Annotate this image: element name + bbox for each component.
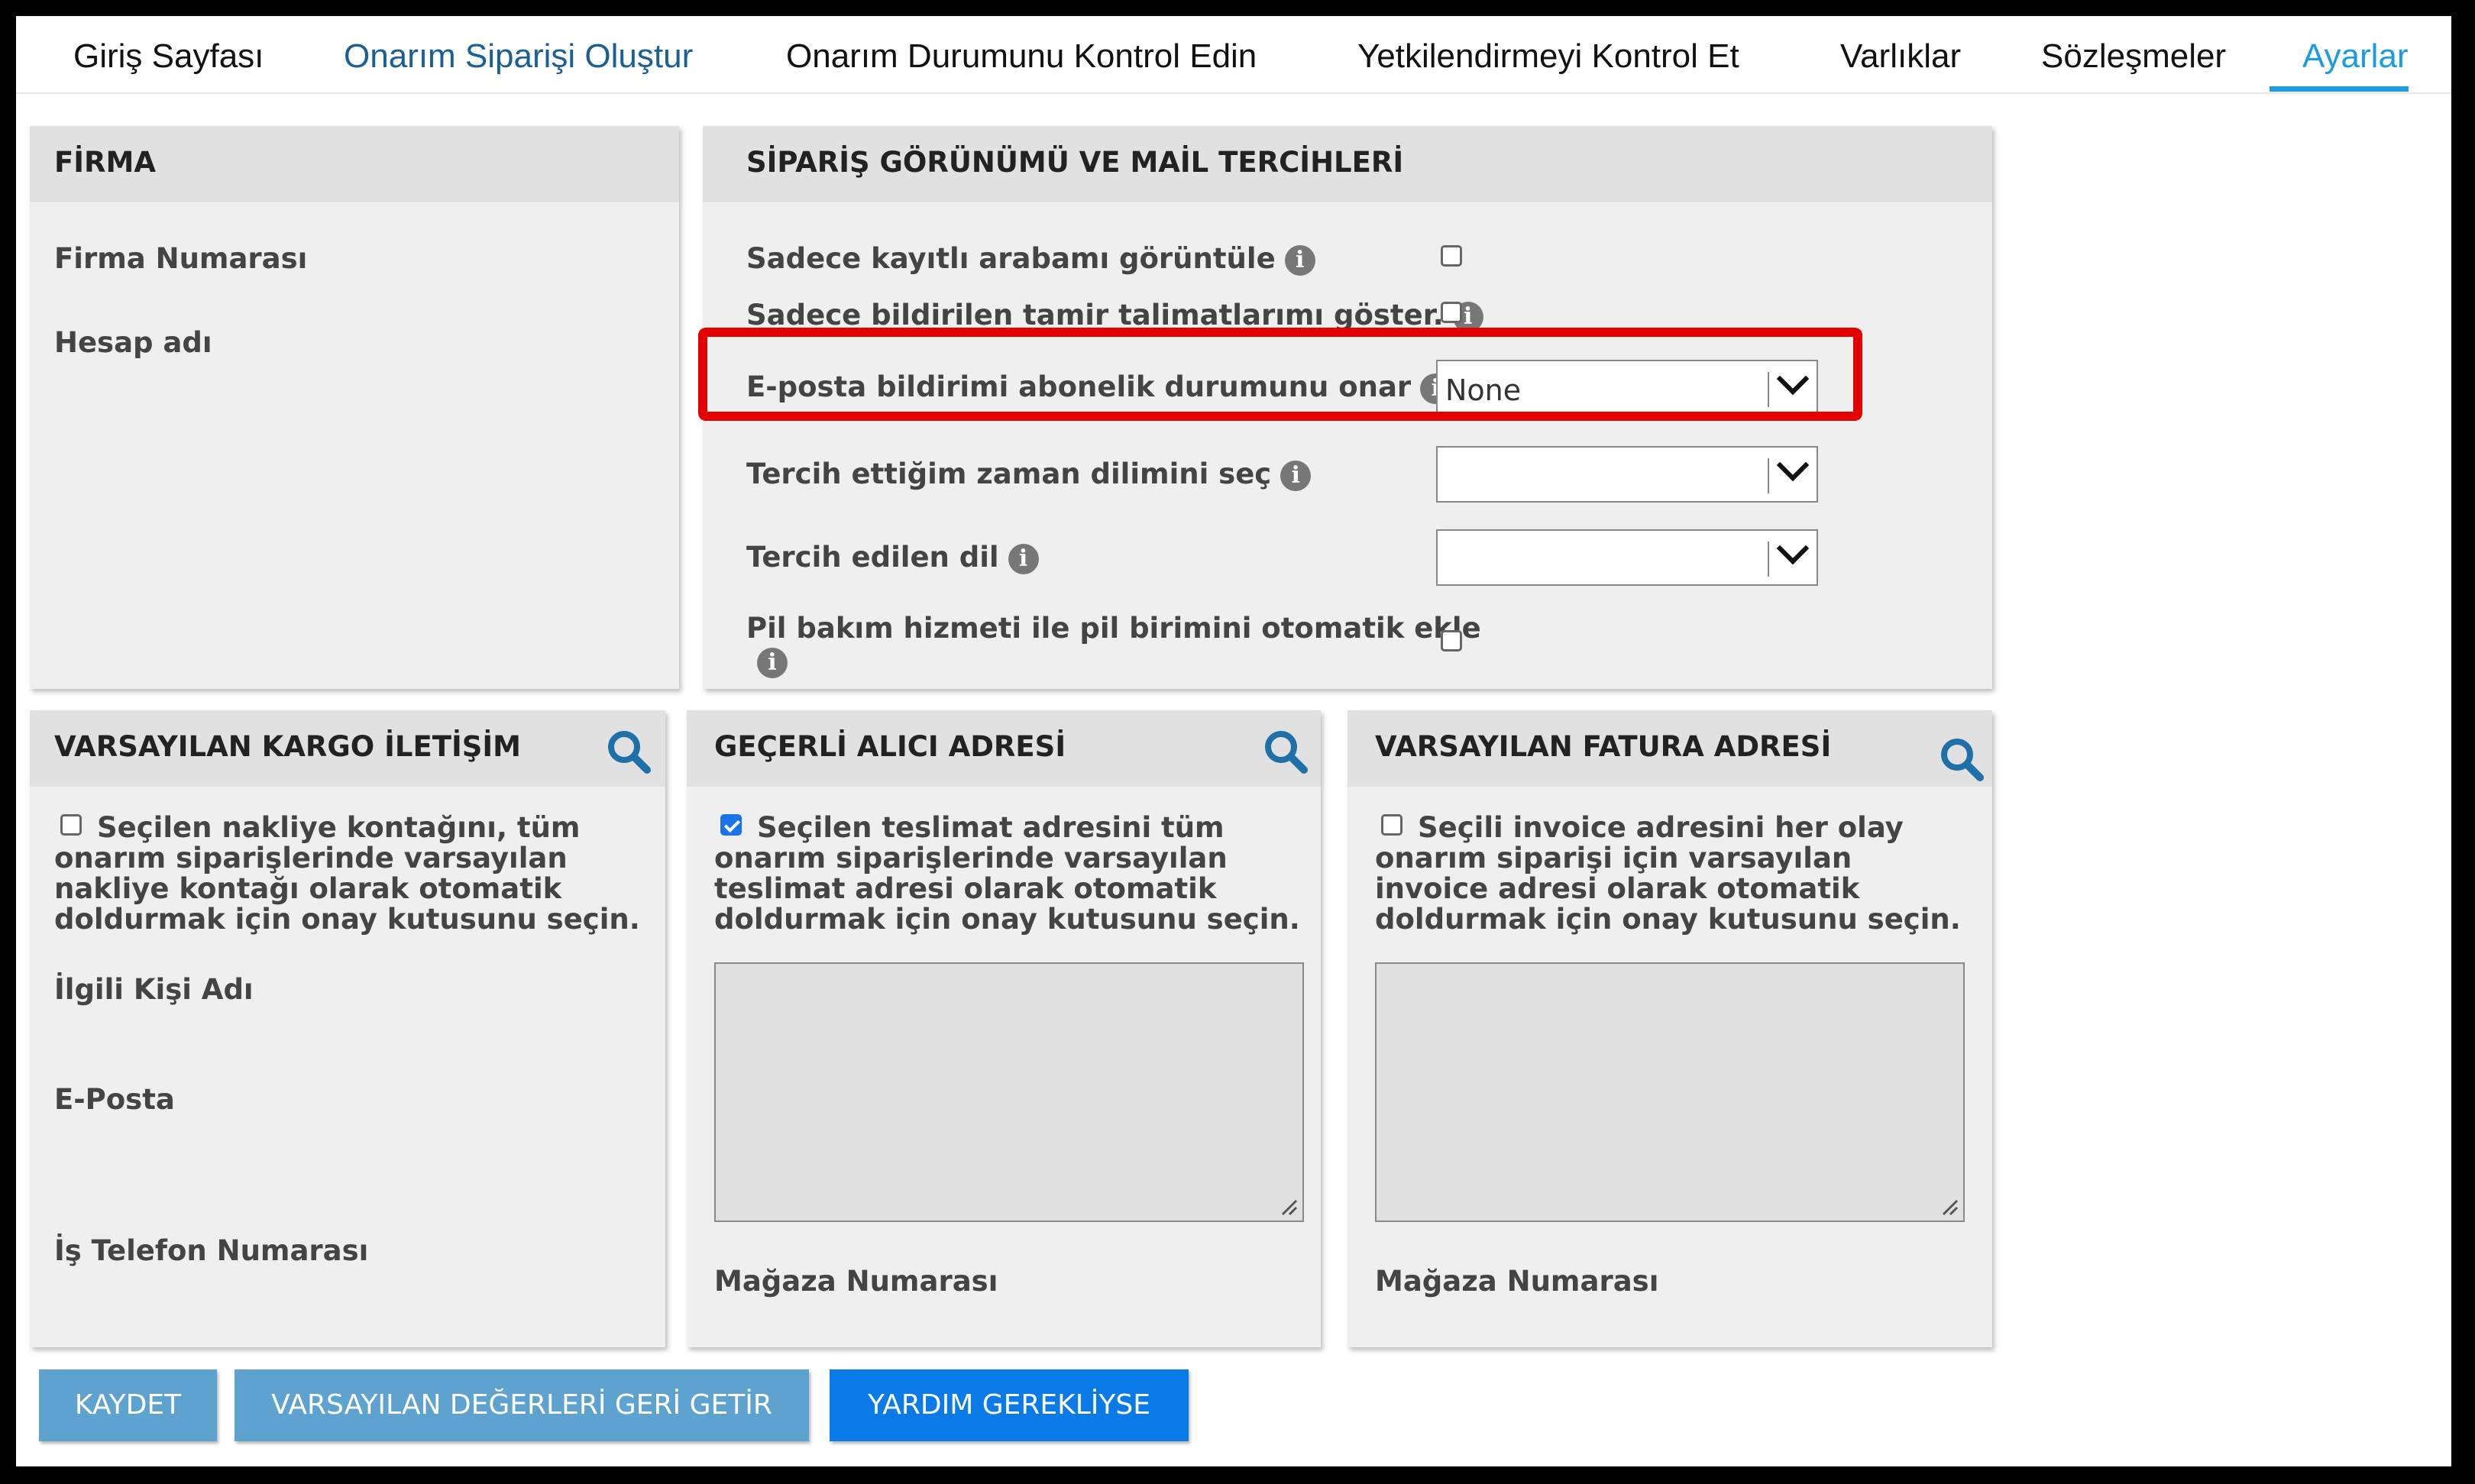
email-label: E-Posta: [54, 1083, 175, 1116]
chevron-down-icon: [1776, 532, 1810, 565]
top-nav: Giriş Sayfası Onarım Siparişi Oluştur On…: [16, 16, 2451, 94]
tab-check-authorization[interactable]: Yetkilendirmeyi Kontrol Et: [1357, 37, 1739, 76]
battery-label: Pil bakım hizmeti ile pil birimini otoma…: [746, 612, 1481, 645]
store-number-label: Mağaza Numarası: [1375, 1265, 1659, 1298]
resize-grip-icon[interactable]: [1280, 1198, 1298, 1216]
only-registered-label: Sadece kayıtlı arabamı görüntüle: [746, 242, 1276, 275]
select-separator: [1768, 458, 1769, 493]
timezone-label: Tercih ettiğim zaman dilimini seç: [746, 457, 1272, 490]
chevron-down-icon: [1776, 448, 1810, 482]
panel-title: FİRMA: [54, 146, 156, 179]
work-phone-label: İş Telefon Numarası: [54, 1234, 369, 1267]
only-registered-checkbox[interactable]: [1441, 245, 1462, 267]
tab-assets[interactable]: Varlıklar: [1840, 37, 1961, 76]
store-number-label: Mağaza Numarası: [714, 1265, 998, 1298]
recipient-default-description: Seçilen teslimat adresini tüm onarım sip…: [714, 811, 1300, 936]
tab-contracts[interactable]: Sözleşmeler: [2041, 37, 2226, 76]
help-button[interactable]: YARDIM GEREKLİYSE: [830, 1369, 1189, 1441]
panel-header: VARSAYILAN FATURA ADRESİ: [1348, 710, 1992, 787]
panel-title: SİPARİŞ GÖRÜNÜMÜ VE MAİL TERCİHLERİ: [746, 146, 1404, 179]
default-invoice-address-panel: VARSAYILAN FATURA ADRESİ Seçili invoice …: [1348, 710, 1992, 1347]
panel-title: GEÇERLİ ALICI ADRESİ: [714, 730, 1066, 763]
search-icon[interactable]: [1261, 727, 1310, 776]
panel-header: GEÇERLİ ALICI ADRESİ: [687, 710, 1321, 787]
search-icon[interactable]: [1937, 735, 1986, 784]
only-reported-checkbox[interactable]: [1441, 302, 1462, 323]
only-registered-row: Sadece kayıtlı arabamı görüntüle i: [746, 242, 1315, 276]
save-button[interactable]: KAYDET: [39, 1369, 217, 1441]
language-row: Tercih edilen dil i: [746, 541, 1039, 574]
language-label: Tercih edilen dil: [746, 541, 999, 574]
only-reported-label: Sadece bildirilen tamir talimatlarımı gö…: [746, 299, 1444, 331]
account-name-label: Hesap adı: [54, 326, 212, 359]
info-icon[interactable]: i: [757, 647, 788, 678]
info-icon[interactable]: i: [1284, 244, 1315, 276]
recipient-address-panel: GEÇERLİ ALICI ADRESİ Seçilen teslimat ad…: [687, 710, 1321, 1347]
select-separator: [1768, 542, 1769, 577]
info-icon[interactable]: i: [1280, 460, 1312, 491]
firma-number-label: Firma Numarası: [54, 242, 308, 275]
shipping-default-description: Seçilen nakliye kontağını, tüm onarım si…: [54, 811, 640, 936]
panel-header: SİPARİŞ GÖRÜNÜMÜ VE MAİL TERCİHLERİ: [703, 126, 1992, 202]
info-icon[interactable]: i: [1008, 543, 1039, 574]
panel-title: VARSAYILAN FATURA ADRESİ: [1375, 730, 1832, 763]
default-shipping-contact-panel: VARSAYILAN KARGO İLETİŞİM Seçilen nakliy…: [30, 710, 665, 1347]
restore-defaults-button[interactable]: VARSAYILAN DEĞERLERİ GERİ GETİR: [235, 1369, 809, 1441]
resize-grip-icon[interactable]: [1940, 1198, 1959, 1216]
recipient-address-textarea[interactable]: [714, 962, 1304, 1222]
invoice-address-textarea[interactable]: [1375, 962, 1965, 1222]
panel-header: FİRMA: [30, 126, 679, 202]
tab-check-repair-status[interactable]: Onarım Durumunu Kontrol Edin: [786, 37, 1257, 76]
battery-row: Pil bakım hizmeti ile pil birimini otoma…: [746, 612, 1481, 678]
contact-name-label: İlgili Kişi Adı: [54, 973, 254, 1006]
highlight-box: [698, 328, 1862, 421]
firma-panel: FİRMA Firma Numarası Hesap adı: [30, 126, 679, 689]
app-frame: Giriş Sayfası Onarım Siparişi Oluştur On…: [16, 16, 2451, 1466]
battery-checkbox[interactable]: [1441, 630, 1462, 651]
timezone-row: Tercih ettiğim zaman dilimini seç i: [746, 457, 1312, 491]
only-reported-row: Sadece bildirilen tamir talimatlarımı gö…: [746, 299, 1483, 332]
tab-create-repair-order[interactable]: Onarım Siparişi Oluştur: [344, 37, 693, 76]
timezone-select[interactable]: [1436, 446, 1818, 503]
search-icon[interactable]: [604, 727, 653, 776]
language-select[interactable]: [1436, 529, 1818, 586]
panel-title: VARSAYILAN KARGO İLETİŞİM: [54, 730, 521, 763]
tab-home[interactable]: Giriş Sayfası: [73, 37, 264, 76]
panel-header: VARSAYILAN KARGO İLETİŞİM: [30, 710, 665, 787]
invoice-default-description: Seçili invoice adresini her olay onarım …: [1375, 811, 1961, 936]
tab-settings[interactable]: Ayarlar: [2302, 37, 2409, 76]
active-tab-indicator: [2270, 86, 2409, 92]
